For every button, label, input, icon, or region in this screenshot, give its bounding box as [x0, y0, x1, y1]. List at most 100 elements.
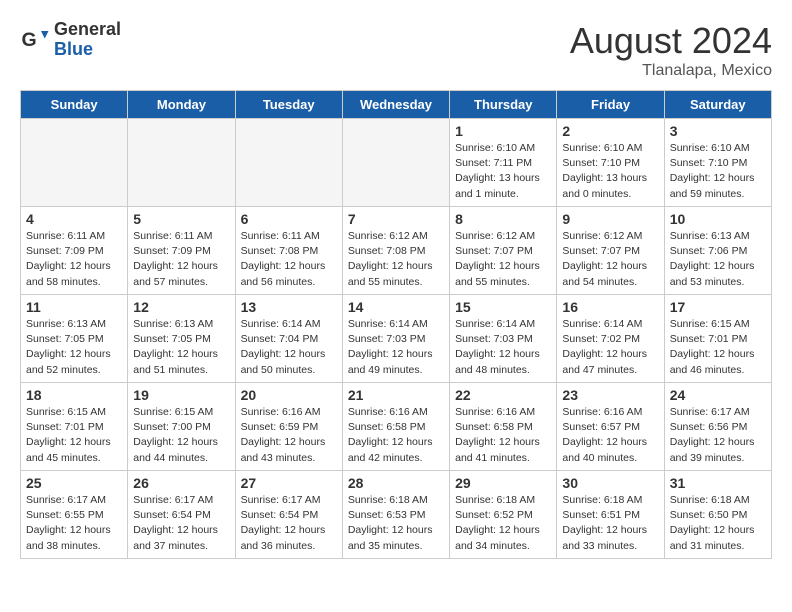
day-info: Sunrise: 6:18 AM Sunset: 6:51 PM Dayligh… — [562, 493, 658, 554]
calendar-cell: 2 Sunrise: 6:10 AM Sunset: 7:10 PM Daylig… — [557, 119, 664, 207]
day-info: Sunrise: 6:11 AM Sunset: 7:08 PM Dayligh… — [241, 229, 337, 290]
day-number: 8 — [455, 211, 551, 227]
logo-text: General Blue — [54, 20, 121, 60]
calendar-cell: 23 Sunrise: 6:16 AM Sunset: 6:57 PM Dayli… — [557, 383, 664, 471]
day-info: Sunrise: 6:13 AM Sunset: 7:05 PM Dayligh… — [26, 317, 122, 378]
title-block: August 2024 Tlanalapa, Mexico — [570, 20, 772, 80]
day-header: Wednesday — [342, 91, 449, 119]
day-number: 4 — [26, 211, 122, 227]
calendar-cell: 10 Sunrise: 6:13 AM Sunset: 7:06 PM Dayli… — [664, 207, 771, 295]
day-info: Sunrise: 6:17 AM Sunset: 6:54 PM Dayligh… — [241, 493, 337, 554]
day-info: Sunrise: 6:15 AM Sunset: 7:01 PM Dayligh… — [670, 317, 766, 378]
day-header: Sunday — [21, 91, 128, 119]
calendar-cell: 19Sunrise: 6:15 AM Sunset: 7:00 PM Dayli… — [128, 383, 235, 471]
page-header: G General Blue August 2024 Tlanalapa, Me… — [20, 20, 772, 80]
calendar-cell: 28 Sunrise: 6:18 AM Sunset: 6:53 PM Dayli… — [342, 471, 449, 559]
day-number: 21 — [348, 387, 444, 403]
day-info: Sunrise: 6:11 AM Sunset: 7:09 PM Dayligh… — [133, 229, 229, 290]
day-info: Sunrise: 6:10 AM Sunset: 7:11 PM Dayligh… — [455, 141, 551, 202]
calendar-cell: 26 Sunrise: 6:17 AM Sunset: 6:54 PM Dayli… — [128, 471, 235, 559]
day-number: 1 — [455, 123, 551, 139]
calendar-cell: 1 Sunrise: 6:10 AM Sunset: 7:11 PM Daylig… — [450, 119, 557, 207]
day-info: Sunrise: 6:11 AM Sunset: 7:09 PM Dayligh… — [26, 229, 122, 290]
day-info: Sunrise: 6:10 AM Sunset: 7:10 PM Dayligh… — [670, 141, 766, 202]
day-number: 13 — [241, 299, 337, 315]
day-info: Sunrise: 6:15 AM Sunset: 7:01 PM Dayligh… — [26, 405, 122, 466]
day-number: 26 — [133, 475, 229, 491]
calendar-header: SundayMondayTuesdayWednesdayThursdayFrid… — [21, 91, 772, 119]
day-number: 16 — [562, 299, 658, 315]
day-header: Friday — [557, 91, 664, 119]
month-year: August 2024 — [570, 20, 772, 62]
day-info: Sunrise: 6:18 AM Sunset: 6:53 PM Dayligh… — [348, 493, 444, 554]
day-info: Sunrise: 6:18 AM Sunset: 6:52 PM Dayligh… — [455, 493, 551, 554]
day-header: Monday — [128, 91, 235, 119]
calendar-cell: 4 Sunrise: 6:11 AM Sunset: 7:09 PM Daylig… — [21, 207, 128, 295]
calendar-cell: 9 Sunrise: 6:12 AM Sunset: 7:07 PM Daylig… — [557, 207, 664, 295]
day-info: Sunrise: 6:16 AM Sunset: 6:58 PM Dayligh… — [348, 405, 444, 466]
day-number: 12 — [133, 299, 229, 315]
calendar-cell — [235, 119, 342, 207]
calendar-row: 18 Sunrise: 6:15 AM Sunset: 7:01 PM Dayli… — [21, 383, 772, 471]
calendar-cell: 25Sunrise: 6:17 AM Sunset: 6:55 PM Dayli… — [21, 471, 128, 559]
calendar-cell — [21, 119, 128, 207]
calendar-body: 1 Sunrise: 6:10 AM Sunset: 7:11 PM Daylig… — [21, 119, 772, 559]
day-info: Sunrise: 6:13 AM Sunset: 7:06 PM Dayligh… — [670, 229, 766, 290]
day-info: Sunrise: 6:14 AM Sunset: 7:02 PM Dayligh… — [562, 317, 658, 378]
calendar-cell: 12 Sunrise: 6:13 AM Sunset: 7:05 PM Dayli… — [128, 295, 235, 383]
calendar-cell: 7 Sunrise: 6:12 AM Sunset: 7:08 PM Daylig… — [342, 207, 449, 295]
calendar-cell: 24Sunrise: 6:17 AM Sunset: 6:56 PM Dayli… — [664, 383, 771, 471]
day-number: 30 — [562, 475, 658, 491]
day-number: 23 — [562, 387, 658, 403]
day-info: Sunrise: 6:14 AM Sunset: 7:04 PM Dayligh… — [241, 317, 337, 378]
day-info: Sunrise: 6:17 AM Sunset: 6:54 PM Dayligh… — [133, 493, 229, 554]
day-info: Sunrise: 6:10 AM Sunset: 7:10 PM Dayligh… — [562, 141, 658, 202]
day-header: Thursday — [450, 91, 557, 119]
calendar-cell: 30 Sunrise: 6:18 AM Sunset: 6:51 PM Dayli… — [557, 471, 664, 559]
logo-icon: G — [20, 25, 50, 55]
calendar-cell: 13 Sunrise: 6:14 AM Sunset: 7:04 PM Dayli… — [235, 295, 342, 383]
calendar-cell: 27Sunrise: 6:17 AM Sunset: 6:54 PM Dayli… — [235, 471, 342, 559]
day-number: 2 — [562, 123, 658, 139]
day-number: 17 — [670, 299, 766, 315]
calendar-cell: 17 Sunrise: 6:15 AM Sunset: 7:01 PM Dayli… — [664, 295, 771, 383]
day-info: Sunrise: 6:18 AM Sunset: 6:50 PM Dayligh… — [670, 493, 766, 554]
day-number: 29 — [455, 475, 551, 491]
day-number: 9 — [562, 211, 658, 227]
calendar-cell: 5 Sunrise: 6:11 AM Sunset: 7:09 PM Daylig… — [128, 207, 235, 295]
day-info: Sunrise: 6:14 AM Sunset: 7:03 PM Dayligh… — [455, 317, 551, 378]
svg-text:G: G — [22, 29, 37, 51]
day-number: 18 — [26, 387, 122, 403]
calendar-row: 11 Sunrise: 6:13 AM Sunset: 7:05 PM Dayli… — [21, 295, 772, 383]
day-number: 10 — [670, 211, 766, 227]
day-number: 14 — [348, 299, 444, 315]
day-number: 5 — [133, 211, 229, 227]
location: Tlanalapa, Mexico — [570, 62, 772, 80]
day-number: 25 — [26, 475, 122, 491]
calendar-row: 25Sunrise: 6:17 AM Sunset: 6:55 PM Dayli… — [21, 471, 772, 559]
day-info: Sunrise: 6:12 AM Sunset: 7:08 PM Dayligh… — [348, 229, 444, 290]
day-number: 28 — [348, 475, 444, 491]
calendar-table: SundayMondayTuesdayWednesdayThursdayFrid… — [20, 90, 772, 559]
calendar-row: 4 Sunrise: 6:11 AM Sunset: 7:09 PM Daylig… — [21, 207, 772, 295]
calendar-cell: 11 Sunrise: 6:13 AM Sunset: 7:05 PM Dayli… — [21, 295, 128, 383]
day-number: 20 — [241, 387, 337, 403]
logo-blue: Blue — [54, 40, 121, 60]
day-info: Sunrise: 6:16 AM Sunset: 6:57 PM Dayligh… — [562, 405, 658, 466]
calendar-cell — [342, 119, 449, 207]
day-number: 3 — [670, 123, 766, 139]
calendar-cell: 31Sunrise: 6:18 AM Sunset: 6:50 PM Dayli… — [664, 471, 771, 559]
day-number: 15 — [455, 299, 551, 315]
logo: G General Blue — [20, 20, 121, 60]
day-info: Sunrise: 6:13 AM Sunset: 7:05 PM Dayligh… — [133, 317, 229, 378]
day-info: Sunrise: 6:12 AM Sunset: 7:07 PM Dayligh… — [562, 229, 658, 290]
day-number: 6 — [241, 211, 337, 227]
day-number: 11 — [26, 299, 122, 315]
day-number: 22 — [455, 387, 551, 403]
day-number: 24 — [670, 387, 766, 403]
day-number: 7 — [348, 211, 444, 227]
calendar-cell: 6 Sunrise: 6:11 AM Sunset: 7:08 PM Daylig… — [235, 207, 342, 295]
day-info: Sunrise: 6:15 AM Sunset: 7:00 PM Dayligh… — [133, 405, 229, 466]
calendar-cell: 18 Sunrise: 6:15 AM Sunset: 7:01 PM Dayli… — [21, 383, 128, 471]
header-row: SundayMondayTuesdayWednesdayThursdayFrid… — [21, 91, 772, 119]
